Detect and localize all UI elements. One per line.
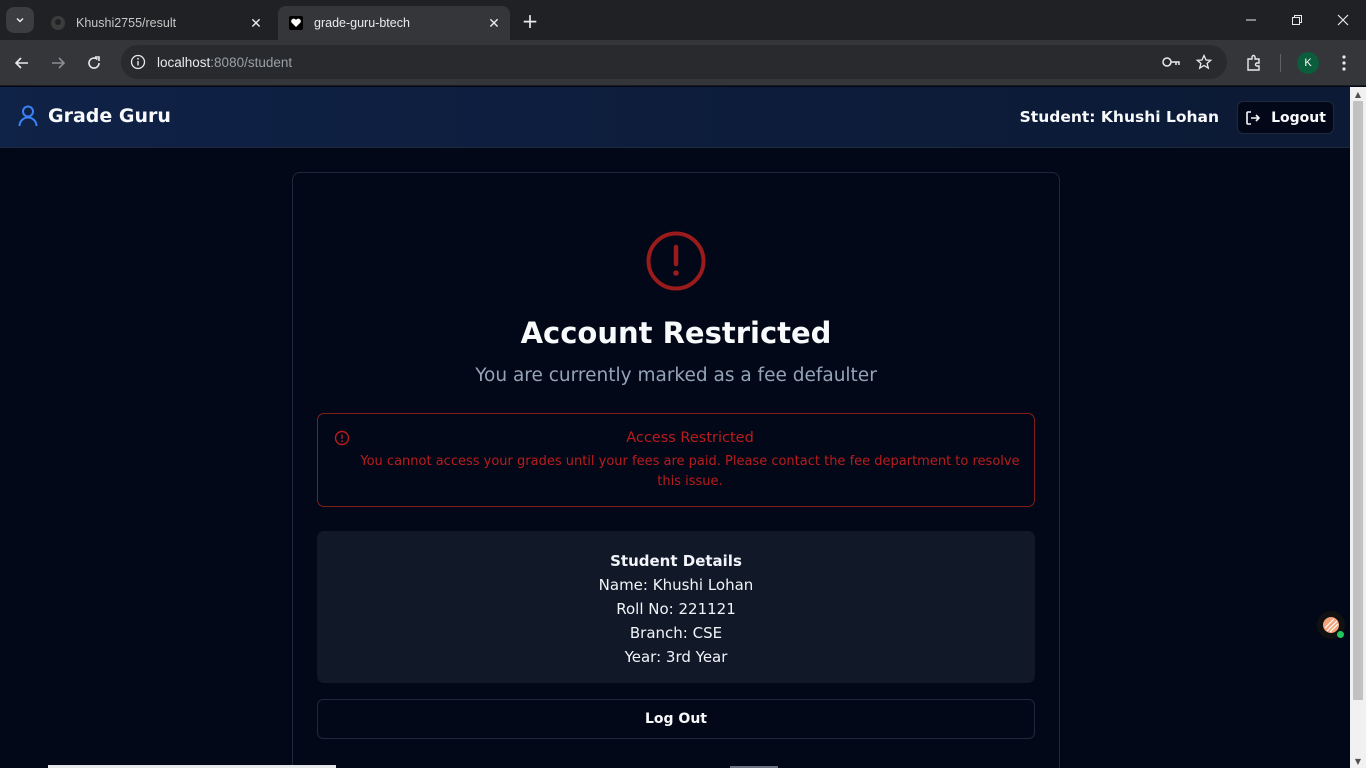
logout-icon: [1245, 110, 1261, 126]
tab-title: Khushi2755/result: [76, 16, 177, 30]
browser-toolbar: localhost:8080/student K: [0, 40, 1366, 86]
header-logout-label: Logout: [1271, 109, 1326, 126]
restore-button[interactable]: [1274, 0, 1320, 40]
alert-message: You cannot access your grades until your…: [360, 454, 1020, 489]
reload-button[interactable]: [80, 49, 108, 77]
user-icon: [18, 105, 38, 127]
floating-assistant-button[interactable]: [1317, 611, 1345, 639]
address-bar[interactable]: localhost:8080/student: [121, 45, 1227, 79]
restriction-card: Account Restricted You are currently mar…: [292, 172, 1060, 768]
close-icon[interactable]: ✕: [484, 13, 504, 33]
browser-tabstrip: Khushi2755/result ✕ grade-guru-btech ✕ +: [0, 0, 1366, 40]
back-button[interactable]: [8, 49, 36, 77]
app-header: Grade Guru Student: Khushi Lohan Logout: [0, 87, 1350, 148]
brand[interactable]: Grade Guru: [18, 105, 171, 127]
toolbar-divider: [1280, 54, 1281, 72]
close-icon: [1337, 14, 1349, 26]
arrow-left-icon: [14, 57, 28, 69]
header-logout-button[interactable]: Logout: [1237, 101, 1334, 134]
close-window-button[interactable]: [1320, 0, 1366, 40]
student-year: Year: 3rd Year: [624, 648, 728, 666]
reload-icon: [88, 56, 100, 69]
page-subtitle: You are currently marked as a fee defaul…: [475, 365, 877, 386]
scrollbar-thumb[interactable]: [1353, 101, 1363, 700]
arrow-right-icon: [52, 57, 66, 69]
brand-name: Grade Guru: [48, 105, 171, 127]
tab-search-button[interactable]: [6, 7, 34, 33]
minimize-button[interactable]: [1228, 0, 1274, 40]
password-key-icon[interactable]: [1161, 52, 1181, 72]
student-details-panel: Student Details Name: Khushi Lohan Roll …: [317, 531, 1035, 683]
extensions-icon[interactable]: [1243, 52, 1265, 74]
site-info-icon[interactable]: [127, 51, 149, 73]
chevron-down-icon: [16, 17, 24, 23]
student-roll: Roll No: 221121: [616, 600, 736, 618]
bookmark-star-icon[interactable]: [1194, 52, 1214, 72]
profile-avatar[interactable]: K: [1297, 52, 1319, 74]
scroll-up-arrow[interactable]: ▲: [1350, 87, 1366, 101]
scroll-down-arrow[interactable]: ▼: [1350, 754, 1366, 768]
restore-icon: [1292, 15, 1302, 25]
alert-circle-icon: [646, 231, 706, 291]
github-icon: [50, 15, 66, 31]
details-heading: Student Details: [610, 552, 742, 570]
alert-title: Access Restricted: [626, 430, 754, 446]
minimize-icon: [1246, 19, 1256, 21]
access-restricted-alert: Access Restricted You cannot access your…: [317, 413, 1035, 507]
close-icon[interactable]: ✕: [246, 13, 266, 33]
logout-button[interactable]: Log Out: [317, 699, 1035, 739]
kebab-menu-icon[interactable]: [1333, 52, 1355, 74]
alert-circle-icon: [334, 430, 350, 446]
student-name-label: Student: Khushi Lohan: [1019, 108, 1219, 126]
forward-button[interactable]: [44, 49, 72, 77]
url-text: localhost:8080/student: [157, 55, 292, 70]
url-path: :8080/student: [210, 54, 293, 70]
online-status-dot: [1337, 631, 1344, 638]
url-host: localhost: [157, 54, 211, 70]
page-title: Account Restricted: [520, 316, 832, 350]
student-name: Name: Khushi Lohan: [598, 576, 754, 594]
heart-icon: [288, 15, 304, 31]
student-branch: Branch: CSE: [629, 624, 723, 642]
new-tab-button[interactable]: +: [518, 9, 542, 33]
browser-tab-grade-guru[interactable]: grade-guru-btech ✕: [278, 6, 510, 40]
tab-title: grade-guru-btech: [314, 16, 410, 30]
browser-tab-github[interactable]: Khushi2755/result ✕: [40, 6, 272, 40]
page-scrollbar[interactable]: ▲ ▼: [1350, 87, 1366, 768]
page-viewport: Grade Guru Student: Khushi Lohan Logout …: [0, 87, 1350, 768]
